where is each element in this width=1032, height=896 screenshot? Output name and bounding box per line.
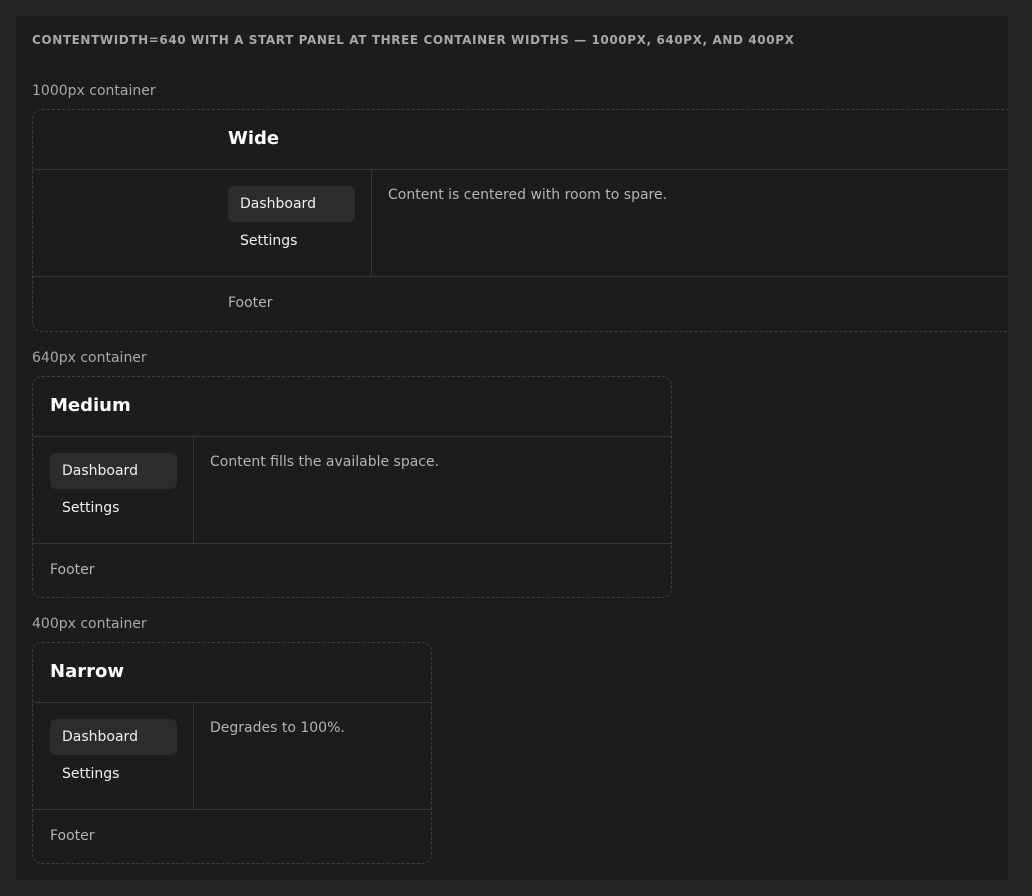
start-panel-nav: Dashboard Settings [50,437,194,543]
container-label-wide: 1000px container [32,83,156,99]
panel-title: Wide [228,128,280,149]
start-panel-nav: Dashboard Settings [50,703,194,809]
panel-footer: Footer [50,562,95,578]
nav-item-dashboard[interactable]: Dashboard [50,719,177,755]
start-panel-nav: Dashboard Settings [228,170,372,276]
nav-item-settings[interactable]: Settings [228,223,355,259]
demo-panel-wide: Wide Dashboard Settings Content is cente… [32,109,1008,332]
panel-body: Dashboard Settings Content is centered w… [33,170,1008,277]
panel-title: Medium [50,395,131,416]
nav-item-settings[interactable]: Settings [50,756,177,792]
demo-frame: contentWidth=640 with a start panel at t… [16,16,1008,880]
panel-title: Narrow [50,661,124,682]
panel-footer: Footer [228,295,273,311]
container-label-narrow: 400px container [32,616,147,632]
panel-content: Content fills the available space. [210,454,440,470]
panel-header: Medium [33,377,671,437]
nav-item-dashboard[interactable]: Dashboard [228,186,355,222]
demo-panel-narrow: Narrow Dashboard Settings Degrades to 10… [32,642,432,864]
panel-content: Degrades to 100%. [210,720,345,736]
panel-header: Wide [33,110,1008,170]
panel-body: Dashboard Settings Content fills the ava… [33,437,671,544]
panel-header: Narrow [33,643,431,703]
nav-item-settings[interactable]: Settings [50,490,177,526]
page-title: contentWidth=640 with a start panel at t… [32,33,795,47]
demo-panel-medium: Medium Dashboard Settings Content fills … [32,376,672,598]
panel-content: Content is centered with room to spare. [388,187,668,203]
panel-body: Dashboard Settings Degrades to 100%. [33,703,431,810]
nav-item-dashboard[interactable]: Dashboard [50,453,177,489]
panel-footer: Footer [50,828,95,844]
container-label-medium: 640px container [32,350,147,366]
